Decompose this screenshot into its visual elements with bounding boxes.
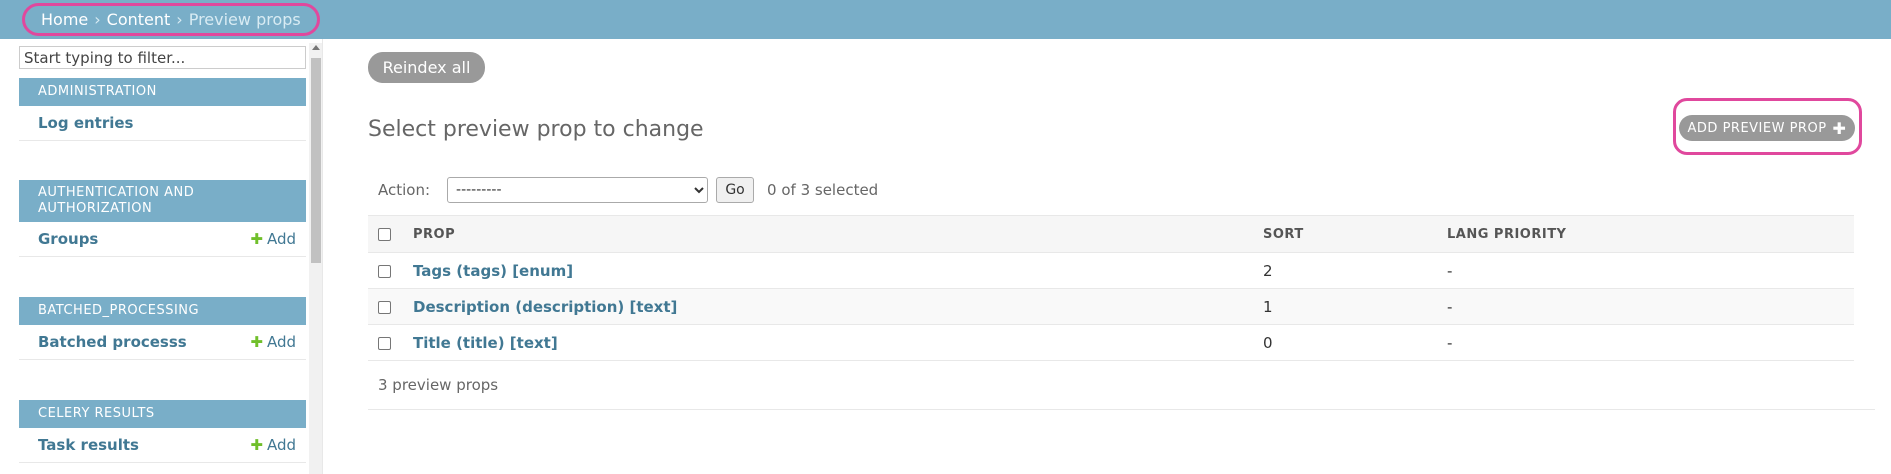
actions-bar: Action: --------- Go 0 of 3 selected xyxy=(368,176,878,204)
add-link-label: Add xyxy=(266,333,296,351)
breadcrumb-home-link[interactable]: Home xyxy=(41,10,88,29)
add-preview-prop-button[interactable]: ADD PREVIEW PROP ✚ xyxy=(1679,115,1855,141)
sort-cell: 0 xyxy=(1263,324,1447,361)
nav-sidebar: ADMINISTRATION Log entries AUTHENTICATIO… xyxy=(0,39,323,474)
plus-icon: ✚ xyxy=(250,333,263,351)
paginator: 3 preview props xyxy=(368,361,1875,410)
module-title: CELERY RESULTS xyxy=(19,400,306,428)
add-link-label: Add xyxy=(266,230,296,248)
row-checkbox[interactable] xyxy=(378,264,391,278)
module-administration: ADMINISTRATION Log entries xyxy=(19,78,306,141)
table-row: Tags (tags) [enum] 2 - xyxy=(368,252,1854,289)
scroll-up-arrow-icon[interactable] xyxy=(312,45,320,50)
sort-cell: 1 xyxy=(1263,288,1447,325)
sidebar-item-groups: Groups ✚ Add xyxy=(19,222,306,257)
sidebar-item-label[interactable]: Batched processs xyxy=(38,333,187,351)
sidebar-item-label[interactable]: Groups xyxy=(38,230,98,248)
module-authentication: AUTHENTICATION AND AUTHORIZATION Groups … xyxy=(19,180,306,257)
select-all-header xyxy=(368,215,413,253)
sidebar-item-batched-processs: Batched processs ✚ Add xyxy=(19,325,306,360)
sidebar-filter-input[interactable] xyxy=(19,46,306,69)
row-check-cell xyxy=(368,324,413,361)
prop-link[interactable]: Tags (tags) [enum] xyxy=(413,262,573,280)
add-button-label: ADD PREVIEW PROP xyxy=(1687,120,1827,136)
add-link-label: Add xyxy=(266,436,296,454)
breadcrumb-content-link[interactable]: Content xyxy=(107,10,171,29)
add-batched-processs-link[interactable]: ✚ Add xyxy=(250,333,296,351)
sidebar-item-task-results: Task results ✚ Add xyxy=(19,428,306,463)
module-celery-results: CELERY RESULTS Task results ✚ Add xyxy=(19,400,306,463)
sidebar-item-label[interactable]: Task results xyxy=(38,436,139,454)
lang-priority-cell: - xyxy=(1447,324,1854,361)
column-header-sort[interactable]: SORT xyxy=(1263,215,1447,253)
go-button[interactable]: Go xyxy=(716,177,755,203)
site-header: Home › Content › Preview props xyxy=(0,0,1891,39)
prop-cell: Tags (tags) [enum] xyxy=(413,252,1263,289)
column-header-prop[interactable]: PROP xyxy=(413,215,1263,253)
module-title: BATCHED_PROCESSING xyxy=(19,297,306,325)
module-batched-processing: BATCHED_PROCESSING Batched processs ✚ Add xyxy=(19,297,306,360)
select-all-checkbox[interactable] xyxy=(378,227,391,241)
table-row: Description (description) [text] 1 - xyxy=(368,288,1854,325)
breadcrumb-separator: › xyxy=(94,10,101,29)
prop-cell: Title (title) [text] xyxy=(413,324,1263,361)
row-check-cell xyxy=(368,252,413,289)
prop-link[interactable]: Title (title) [text] xyxy=(413,334,558,352)
add-task-results-link[interactable]: ✚ Add xyxy=(250,436,296,454)
row-checkbox[interactable] xyxy=(378,300,391,314)
reindex-all-button[interactable]: Reindex all xyxy=(368,52,485,83)
sidebar-item-log-entries: Log entries xyxy=(19,106,306,141)
row-check-cell xyxy=(368,288,413,325)
breadcrumb: Home › Content › Preview props xyxy=(22,3,320,36)
column-header-lang-priority[interactable]: LANG PRIORITY xyxy=(1447,215,1854,253)
page-title: Select preview prop to change xyxy=(368,117,704,142)
action-label: Action: xyxy=(378,181,431,199)
sort-cell: 2 xyxy=(1263,252,1447,289)
plus-icon: ✚ xyxy=(250,436,263,454)
add-groups-link[interactable]: ✚ Add xyxy=(250,230,296,248)
row-checkbox[interactable] xyxy=(378,336,391,350)
breadcrumb-current: Preview props xyxy=(188,10,301,29)
sidebar-item-label[interactable]: Log entries xyxy=(38,114,134,132)
module-title: ADMINISTRATION xyxy=(19,78,306,106)
plus-icon: ✚ xyxy=(250,230,263,248)
sidebar-scrollbar[interactable] xyxy=(309,43,322,474)
lang-priority-cell: - xyxy=(1447,288,1854,325)
module-title: AUTHENTICATION AND AUTHORIZATION xyxy=(19,180,306,222)
selected-count: 0 of 3 selected xyxy=(767,181,879,199)
breadcrumb-separator: › xyxy=(176,10,183,29)
scrollbar-thumb[interactable] xyxy=(311,58,321,263)
prop-link[interactable]: Description (description) [text] xyxy=(413,298,677,316)
table-header-row: PROP SORT LANG PRIORITY xyxy=(368,215,1854,253)
result-list-table: PROP SORT LANG PRIORITY Tags (tags) [enu… xyxy=(368,215,1854,361)
prop-cell: Description (description) [text] xyxy=(413,288,1263,325)
table-row: Title (title) [text] 0 - xyxy=(368,324,1854,361)
lang-priority-cell: - xyxy=(1447,252,1854,289)
plus-icon: ✚ xyxy=(1832,118,1847,138)
action-select[interactable]: --------- xyxy=(447,177,709,203)
